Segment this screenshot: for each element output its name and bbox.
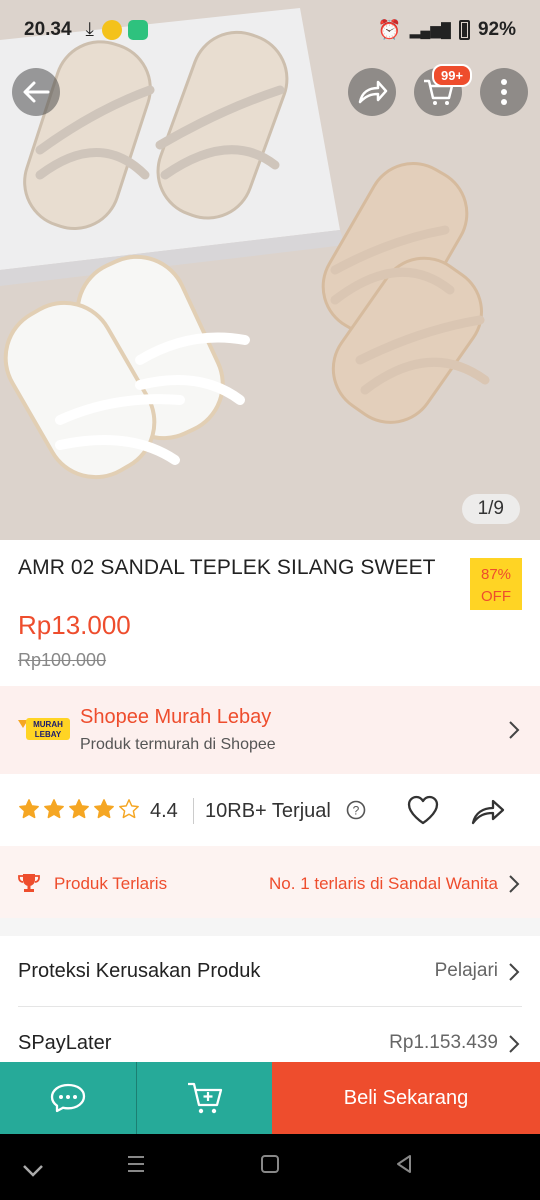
add-to-cart-button[interactable]	[136, 1062, 272, 1134]
rating-stars[interactable]	[18, 798, 140, 820]
star-empty-icon	[119, 799, 139, 819]
product-title-row: AMR 02 SANDAL TEPLEK SILANG SWEET	[18, 556, 523, 580]
svg-text:MURAH: MURAH	[33, 720, 63, 729]
chevron-right-icon	[509, 1035, 520, 1053]
murah-lebay-logo: MURAH LEBAY	[18, 718, 70, 740]
product-title: AMR 02 SANDAL TEPLEK SILANG SWEET	[18, 556, 436, 579]
alarm-icon: ⏰	[377, 20, 402, 41]
star-filled-icon	[19, 799, 39, 819]
star-filled-icon	[69, 799, 89, 819]
more-icon	[501, 79, 507, 105]
nav-home-icon[interactable]	[260, 1154, 280, 1174]
section-gap	[0, 918, 540, 936]
murah-lebay-banner[interactable]: MURAH LEBAY Shopee Murah Lebay Produk te…	[0, 686, 540, 774]
sold-count: 10RB+ Terjual	[205, 800, 331, 822]
battery-level: 92%	[477, 19, 516, 40]
rating-value: 4.4	[150, 800, 178, 822]
back-icon	[23, 81, 50, 103]
chat-icon	[50, 1083, 86, 1113]
bestseller-banner[interactable]: Produk Terlaris No. 1 terlaris di Sandal…	[0, 846, 540, 918]
app-notification-icon-2	[127, 20, 148, 40]
battery-icon	[458, 20, 470, 40]
nav-back-icon[interactable]	[394, 1154, 414, 1174]
star-filled-icon	[44, 799, 64, 819]
product-old-price: Rp100.000	[18, 650, 107, 670]
rating-row: 4.4 10RB+ Terjual ?	[0, 776, 540, 846]
nav-recents-icon[interactable]	[126, 1154, 146, 1174]
svg-text:LEBAY: LEBAY	[35, 730, 62, 739]
row-divider	[18, 1006, 522, 1007]
murah-lebay-title: Shopee Murah Lebay	[80, 706, 272, 728]
heart-icon[interactable]	[406, 794, 440, 826]
product-price: Rp13.000	[18, 610, 131, 640]
star-filled-icon	[94, 799, 114, 819]
buy-now-button[interactable]: Beli Sekarang	[272, 1062, 540, 1134]
share-icon	[358, 80, 388, 104]
help-icon[interactable]: ?	[346, 800, 366, 820]
spaylater-label: SPayLater	[18, 1032, 112, 1054]
back-button[interactable]	[12, 68, 60, 116]
signal-icon: ▂▄▆█	[409, 21, 451, 38]
download-icon: ⤓	[85, 19, 94, 40]
system-nav-bar	[0, 1134, 540, 1200]
share-product-icon[interactable]	[470, 796, 506, 826]
spaylater-value: Rp1.153.439	[389, 1032, 498, 1053]
chevron-right-icon	[509, 963, 520, 981]
discount-off: OFF	[481, 588, 511, 605]
more-button[interactable]	[480, 68, 528, 116]
svg-text:?: ?	[353, 804, 360, 818]
bottom-action-bar: Beli Sekarang	[0, 1062, 540, 1134]
app-notification-icon	[101, 20, 122, 40]
add-to-cart-icon	[187, 1082, 222, 1114]
nav-hide-keyboard-icon[interactable]	[22, 1164, 44, 1178]
status-bar: 20.34 ⤓ ⏰ ▂▄▆█ 92%	[0, 0, 540, 60]
bestseller-label: Produk Terlaris	[54, 874, 168, 893]
status-time: 20.34	[24, 19, 72, 40]
chevron-right-icon	[509, 721, 520, 739]
murah-lebay-subtitle: Produk termurah di Shopee	[80, 736, 276, 753]
protection-label: Proteksi Kerusakan Produk	[18, 960, 261, 982]
share-button[interactable]	[348, 68, 396, 116]
cart-count-badge: 99+	[432, 64, 473, 87]
chat-button[interactable]	[0, 1062, 136, 1134]
image-counter: 1/9	[461, 494, 520, 524]
discount-percent: 87%	[480, 566, 512, 583]
trophy-icon	[18, 874, 40, 892]
bestseller-info: No. 1 terlaris di Sandal Wanita	[269, 874, 498, 893]
discount-tag: 87% OFF	[470, 558, 522, 610]
rating-divider	[193, 798, 194, 824]
product-image-gallery[interactable]: 20.34 ⤓ ⏰ ▂▄▆█ 92% 99+ 1/9	[0, 0, 540, 540]
protection-value: Pelajari	[434, 960, 498, 981]
protection-row[interactable]: Proteksi Kerusakan Produk Pelajari	[0, 936, 540, 1008]
chevron-right-icon	[509, 875, 520, 893]
